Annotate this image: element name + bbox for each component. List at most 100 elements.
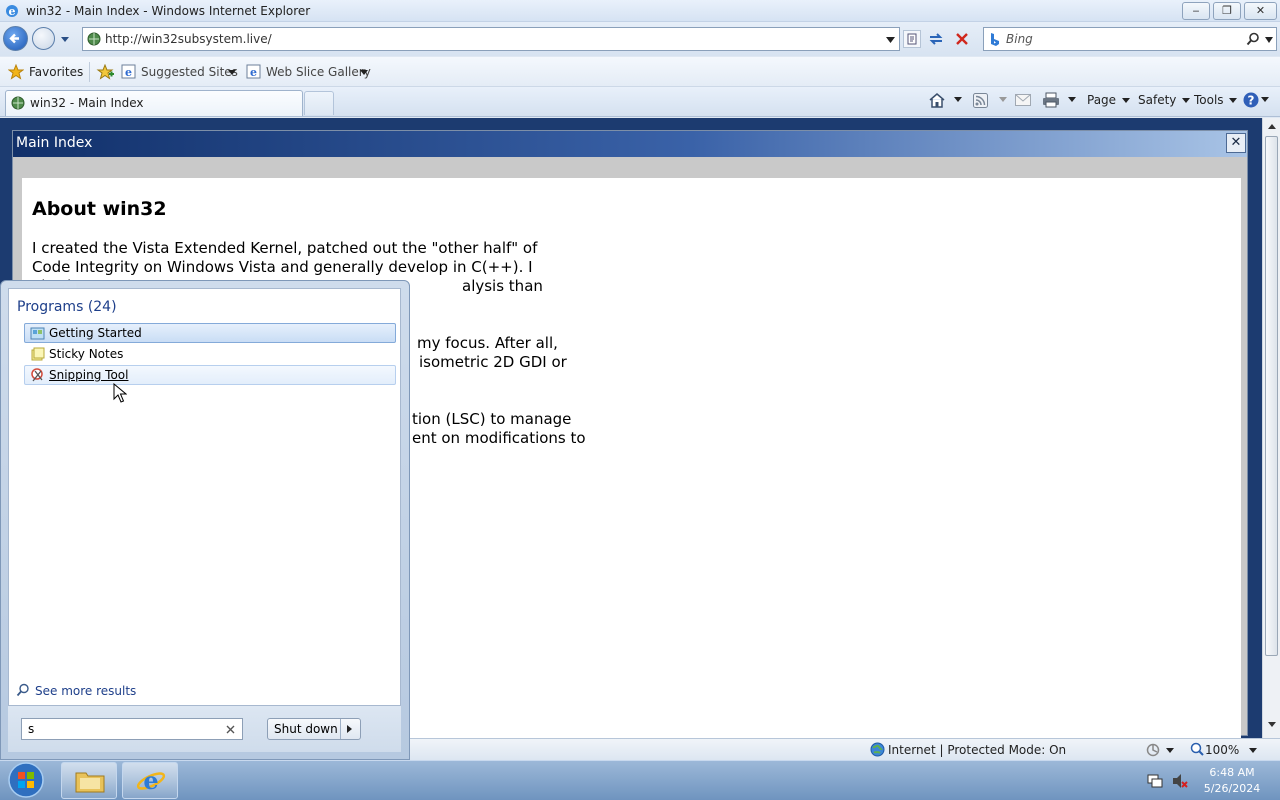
- favorites-label: Favorites: [29, 65, 84, 79]
- chevron-down-icon: [61, 37, 69, 42]
- window-title: win32 - Main Index - Windows Internet Ex…: [26, 4, 311, 18]
- start-search-value: s: [28, 722, 35, 736]
- scrollbar-thumb[interactable]: [1265, 136, 1278, 656]
- volume-muted-icon[interactable]: [1171, 772, 1189, 790]
- address-field[interactable]: http://win32subsystem.live/: [82, 27, 900, 51]
- window-title-bar: e win32 - Main Index - Windows Internet …: [0, 0, 1280, 22]
- close-window-button[interactable]: ✕: [1244, 2, 1277, 20]
- chevron-down-icon: [360, 70, 368, 75]
- search-field[interactable]: Bing: [983, 27, 1277, 51]
- getting-started-icon: [30, 327, 45, 340]
- tools-menu-label: Tools: [1194, 93, 1224, 107]
- scroll-up-arrow-icon[interactable]: [1268, 124, 1276, 129]
- internet-zone-globe-icon: [870, 742, 885, 757]
- home-dropdown-icon[interactable]: [954, 97, 962, 102]
- vertical-scrollbar[interactable]: [1262, 118, 1280, 738]
- search-icon: [16, 683, 29, 697]
- refresh-button[interactable]: [927, 30, 945, 48]
- svg-text:e: e: [9, 5, 16, 18]
- shutdown-divider: [340, 719, 341, 739]
- start-search-input[interactable]: s: [21, 718, 243, 740]
- svg-text:e: e: [250, 66, 257, 79]
- ie-page-icon: e: [246, 64, 261, 79]
- web-slice-gallery-button[interactable]: e Web Slice Gallery: [246, 64, 371, 82]
- safety-menu[interactable]: Safety: [1138, 93, 1191, 107]
- scroll-down-arrow-icon[interactable]: [1268, 722, 1276, 727]
- paragraph-fragment: ent on modifications to: [412, 429, 586, 447]
- help-icon[interactable]: ?: [1243, 92, 1259, 108]
- favorites-star-icon: [8, 64, 24, 80]
- restore-button[interactable]: ❐: [1213, 2, 1241, 20]
- chevron-down-icon[interactable]: [1166, 748, 1174, 753]
- page-heading: About win32: [32, 198, 167, 220]
- back-arrow-icon: [9, 33, 19, 44]
- svg-text:e: e: [143, 767, 158, 795]
- taskbar: [0, 760, 1280, 800]
- compatibility-view-button[interactable]: [903, 30, 921, 48]
- chevron-down-icon: [1121, 98, 1130, 103]
- refresh-icon: [929, 33, 943, 45]
- stop-button[interactable]: [953, 30, 971, 48]
- favbar-divider: [89, 62, 90, 82]
- chevron-down-icon: [1182, 98, 1191, 103]
- print-icon[interactable]: [1042, 92, 1060, 108]
- paragraph-fragment: tion (LSC) to manage: [412, 410, 572, 428]
- panel-title-bar: Main Index: [13, 131, 1247, 157]
- bing-icon: [991, 33, 999, 46]
- paragraph-fragment: my focus. After all,: [417, 334, 558, 352]
- forward-button[interactable]: [32, 27, 55, 50]
- panel-close-button[interactable]: ✕: [1226, 133, 1246, 153]
- mail-icon[interactable]: [1015, 94, 1031, 106]
- home-icon[interactable]: [928, 92, 946, 108]
- action-center-icon[interactable]: [1147, 773, 1163, 789]
- shutdown-button[interactable]: Shut down: [267, 718, 361, 740]
- add-to-favorites-bar-icon[interactable]: [96, 64, 114, 80]
- suggested-sites-button[interactable]: e Suggested Sites: [121, 64, 238, 82]
- compatibility-icon: [907, 33, 917, 45]
- program-item-snipping-tool[interactable]: Snipping Tool: [24, 365, 396, 385]
- svg-text:e: e: [125, 66, 132, 79]
- search-placeholder: Bing: [1006, 32, 1033, 46]
- back-button[interactable]: [3, 26, 28, 51]
- taskbar-explorer-button[interactable]: [61, 762, 117, 799]
- program-label: Sticky Notes: [49, 347, 124, 361]
- help-dropdown-icon[interactable]: [1261, 97, 1269, 102]
- print-dropdown-icon[interactable]: [1068, 97, 1076, 102]
- program-item-sticky-notes[interactable]: Sticky Notes: [24, 344, 396, 364]
- programs-header: Programs (24): [17, 299, 117, 315]
- folder-icon: [75, 772, 105, 793]
- snipping-tool-icon: [31, 368, 43, 382]
- feeds-dropdown-icon[interactable]: [999, 97, 1007, 102]
- page-menu[interactable]: Page: [1087, 93, 1130, 107]
- safety-menu-label: Safety: [1138, 93, 1177, 107]
- recent-pages-dropdown[interactable]: [60, 33, 70, 47]
- stop-icon: [956, 33, 968, 45]
- shutdown-options-arrow-icon[interactable]: [347, 725, 352, 733]
- paragraph-fragment: alysis than: [462, 277, 543, 295]
- tab-main-index[interactable]: win32 - Main Index: [5, 90, 303, 116]
- page-globe-icon: [11, 96, 25, 110]
- web-slice-gallery-label: Web Slice Gallery: [266, 65, 371, 79]
- clear-search-icon[interactable]: [226, 725, 235, 734]
- feeds-icon[interactable]: [973, 93, 988, 108]
- svg-text:?: ?: [1248, 94, 1255, 108]
- chevron-down-icon[interactable]: [1249, 748, 1257, 753]
- windows-orb-icon: [8, 762, 44, 798]
- protected-mode-icon[interactable]: [1146, 743, 1160, 757]
- minimize-button[interactable]: ‒: [1182, 2, 1210, 20]
- zoom-icon: [1190, 742, 1204, 756]
- address-dropdown-icon[interactable]: [886, 37, 895, 43]
- tools-menu[interactable]: Tools: [1194, 93, 1238, 107]
- new-tab-button[interactable]: [304, 91, 334, 115]
- clock-date: 5/26/2024: [1203, 782, 1261, 795]
- taskbar-ie-button[interactable]: e: [122, 762, 178, 799]
- address-url: http://win32subsystem.live/: [105, 32, 272, 46]
- program-label: Snipping Tool: [49, 368, 129, 382]
- start-button[interactable]: [3, 761, 49, 799]
- system-clock[interactable]: 6:48 AM 5/26/2024: [1196, 765, 1268, 797]
- zoom-level[interactable]: 100%: [1205, 743, 1239, 757]
- search-options-dropdown-icon[interactable]: [1265, 37, 1273, 43]
- program-item-getting-started[interactable]: Getting Started: [24, 323, 396, 343]
- search-icon[interactable]: [1246, 32, 1260, 46]
- mouse-cursor-icon: [113, 383, 127, 403]
